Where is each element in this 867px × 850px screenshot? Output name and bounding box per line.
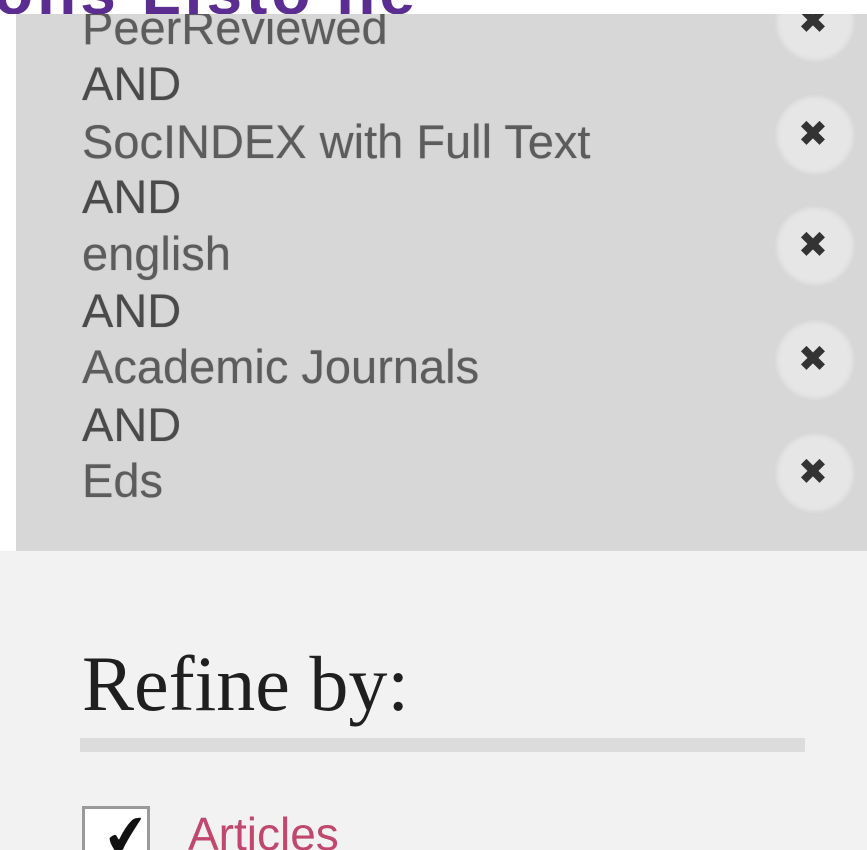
page: ons Listo ne PeerReviewed ✖ AND SocINDEX…: [0, 0, 867, 850]
close-icon: ✖: [797, 225, 829, 266]
filter-connector-and: AND: [82, 57, 182, 110]
refine-by-heading: Refine by:: [82, 640, 410, 727]
remove-filter-english-button[interactable]: ✖: [777, 208, 853, 284]
filter-label-academic-journals: Academic Journals: [82, 340, 480, 393]
filter-connector-and: AND: [82, 398, 182, 451]
close-icon: ✖: [797, 114, 829, 155]
close-icon: ✖: [797, 339, 829, 380]
refine-divider: [80, 738, 805, 752]
close-icon: ✖: [797, 452, 829, 493]
checkmark-icon: ✔: [98, 801, 155, 850]
remove-filter-academic-journals-button[interactable]: ✖: [777, 322, 853, 398]
filter-label-eds: Eds: [82, 454, 163, 507]
remove-filter-eds-button[interactable]: ✖: [777, 435, 853, 511]
page-header-cut: ons Listo ne: [0, 0, 867, 14]
page-header-text: ons Listo ne: [0, 0, 419, 14]
filter-connector-and: AND: [82, 284, 182, 337]
filter-label-socindex: SocINDEX with Full Text: [82, 115, 591, 168]
facet-articles-link[interactable]: Articles: [188, 808, 339, 850]
facet-articles-checkbox[interactable]: ✔: [82, 801, 155, 850]
remove-filter-socindex-button[interactable]: ✖: [777, 97, 853, 173]
filter-label-english: english: [82, 227, 231, 280]
filter-connector-and: AND: [82, 170, 182, 223]
